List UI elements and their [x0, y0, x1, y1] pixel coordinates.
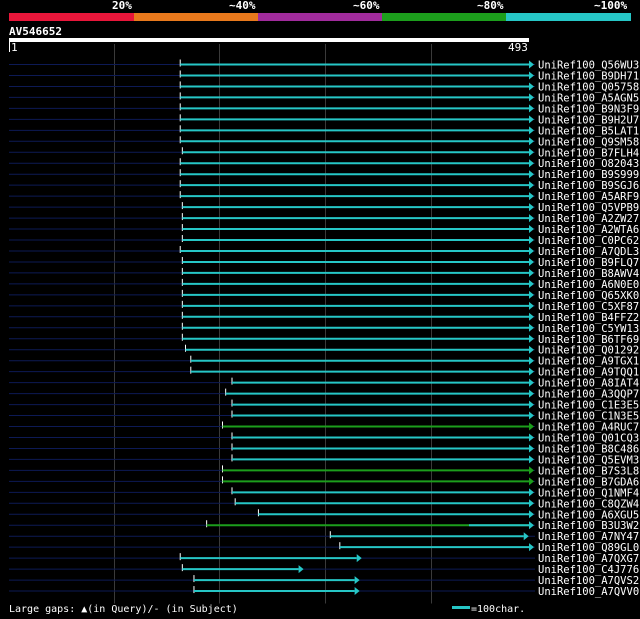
hit-label: UniRef100_A7QVV0 [538, 586, 639, 598]
hit-arrow-icon [529, 323, 534, 332]
hit-arrow-icon [529, 104, 534, 113]
hit-arrow-icon [529, 246, 534, 255]
hit-arrow-icon [529, 488, 534, 497]
hit-arrow-icon [529, 345, 534, 354]
hit-arrow-icon [529, 236, 534, 245]
hit-arrow-icon [529, 225, 534, 234]
hit-arrow-icon [529, 93, 534, 102]
hit-arrow-icon [529, 181, 534, 190]
alignment-plot: UniRef100_Q56WU3UniRef100_B9DH71UniRef10… [9, 44, 639, 604]
hit-arrow-icon [529, 257, 534, 266]
hit-arrow-icon [529, 82, 534, 91]
hit-arrow-icon [529, 312, 534, 321]
scale-key: =100char. [452, 604, 525, 616]
hit-arrow-icon [529, 543, 534, 552]
hit-arrow-icon [529, 71, 534, 80]
hit-arrow-icon [529, 433, 534, 442]
hit-arrow-icon [529, 499, 534, 508]
scale-label: =100char. [471, 604, 526, 615]
hit-arrow-icon [529, 115, 534, 124]
hit-arrow-icon [529, 378, 534, 387]
scale-swatch [452, 606, 470, 609]
hit-arrow-icon [529, 356, 534, 365]
hit-arrow-icon [529, 455, 534, 464]
hit-arrow-icon [529, 521, 534, 530]
hit-arrow-icon [529, 400, 534, 409]
hit-arrow-icon [529, 389, 534, 398]
hit-arrow-icon [529, 170, 534, 179]
hit-arrow-icon [529, 279, 534, 288]
hit-arrow-icon [529, 301, 534, 310]
hit-arrow-icon [529, 422, 534, 431]
hit-arrow-icon [529, 367, 534, 376]
hit-arrow-icon [529, 477, 534, 486]
hit-arrow-icon [356, 554, 362, 563]
gap-legend-note: Large gaps: ▲(in Query)/- (in Subject) [9, 604, 238, 615]
hit-arrow-icon [529, 510, 534, 519]
hit-arrow-icon [529, 159, 534, 168]
hit-arrow-icon [523, 532, 529, 541]
hit-arrow-icon [529, 444, 534, 453]
hit-arrow-icon [529, 137, 534, 146]
hit-arrow-icon [529, 411, 534, 420]
hit-arrow-icon [529, 466, 534, 475]
hit-arrow-icon [529, 214, 534, 223]
hit-arrow-icon [529, 126, 534, 135]
hit-arrow-icon [529, 290, 534, 299]
hit-arrow-icon [298, 565, 304, 574]
hit-arrow-icon [529, 334, 534, 343]
hit-arrow-icon [529, 60, 534, 69]
hit-arrow-icon [354, 576, 360, 585]
hit-arrow-icon [529, 203, 534, 212]
hit-arrow-icon [529, 192, 534, 201]
hit-arrow-icon [529, 148, 534, 157]
hit-arrow-icon [529, 268, 534, 277]
hit-arrow-icon [354, 587, 360, 596]
